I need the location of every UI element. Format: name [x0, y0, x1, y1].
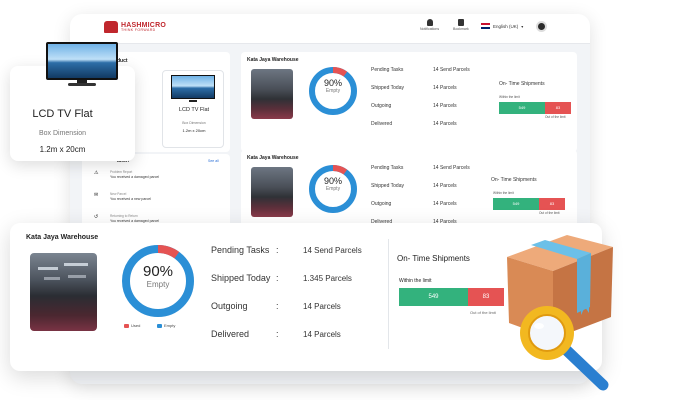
lcd-card-title: LCD TV Flat — [32, 108, 93, 120]
bell-icon — [426, 19, 433, 26]
mini-stat-label: Pending Tasks — [371, 67, 404, 73]
top-bar: HASHMICRO THINK FORWARD Notifications Bo… — [70, 14, 590, 44]
user-avatar[interactable] — [536, 21, 547, 32]
mini-stat-value: 14 Send Parcels — [433, 67, 470, 73]
bookmark-label: Bookmark — [453, 27, 469, 31]
stat-value-outgoing: 14 Parcels — [303, 302, 341, 311]
tv-image — [46, 42, 118, 86]
usage-empty-label: Empty — [146, 280, 170, 289]
product-tile-title: LCD TV Flat — [178, 107, 210, 113]
mini-out-label: Out of the limit — [539, 211, 560, 215]
mini-ontime-title: On- Time Shipments — [499, 81, 545, 87]
mini-warehouse-title: Kata Jaya Warehouse — [247, 57, 299, 63]
mini-out-bar: 83 — [545, 102, 571, 114]
mini-stat-label: Shipped Today — [371, 85, 404, 91]
mini-stat-value: 14 Parcels — [433, 201, 457, 207]
tv-base — [68, 83, 96, 86]
stat-colon: : — [276, 301, 279, 311]
mini-stat-label: Pending Tasks — [371, 165, 404, 171]
stat-label-outgoing: Outgoing — [211, 301, 248, 311]
warehouse-photo — [30, 253, 97, 331]
warehouse-title: Kata Jaya Warehouse — [26, 234, 99, 241]
stat-colon: : — [276, 329, 279, 339]
lcd-card-size: 1.2m x 20cm — [39, 145, 86, 154]
legend-used-swatch — [124, 323, 129, 328]
stat-colon: : — [276, 245, 279, 255]
mini-stat-label: Outgoing — [371, 201, 392, 207]
parcel-icon: ✉ — [94, 192, 99, 198]
product-tile[interactable]: LCD TV Flat Box Dimension 1.2m x 20cm — [162, 70, 224, 148]
legend-used-label: Used — [131, 323, 141, 328]
mini-stat-value: 14 Parcels — [433, 85, 457, 91]
divider — [388, 239, 389, 349]
mini-ontime-title: On- Time Shipments — [491, 177, 537, 183]
notifications-label: Notifications — [420, 27, 440, 31]
mini-warehouse-card[interactable]: Kata Jaya Warehouse 90% Empty Pending Ta… — [241, 52, 577, 152]
language-label: English (UK) — [493, 23, 519, 29]
activity-item-title: Returning to Return — [110, 214, 138, 218]
stat-value-delivered: 14 Parcels — [303, 330, 341, 339]
see-all-link[interactable]: See all — [208, 159, 219, 163]
brand-logo[interactable]: HASHMICRO THINK FORWARD — [104, 21, 166, 33]
stat-label-shipped: Shipped Today — [211, 273, 271, 283]
mini-stat-label: Delivered — [371, 121, 393, 127]
product-tile-subtitle: Box Dimension — [182, 121, 206, 125]
mini-within-bar: 549 — [493, 198, 539, 210]
notifications-button[interactable]: Notifications — [420, 19, 439, 31]
legend-empty-label: Empty — [164, 323, 176, 328]
stat-label-pending: Pending Tasks — [211, 245, 270, 255]
mini-empty-label: Empty — [325, 87, 341, 94]
mini-stat-label: Shipped Today — [371, 183, 404, 189]
mini-out-label: Out of the limit — [545, 115, 566, 119]
parcel-search-illustration — [507, 235, 613, 391]
return-icon: ↺ — [94, 214, 99, 220]
stat-label-delivered: Delivered — [211, 329, 250, 339]
mini-warehouse-title: Kata Jaya Warehouse — [247, 155, 299, 161]
activity-item-text: You received a damaged parcel — [110, 175, 160, 179]
activity-item-title: New Parcel — [110, 192, 127, 196]
stat-colon: : — [276, 273, 279, 283]
warehouse-photo — [251, 167, 293, 217]
ontime-title: On- Time Shipments — [397, 254, 470, 263]
within-limit-label: Within the limit — [399, 278, 432, 284]
language-selector[interactable]: English (UK) ▾ — [481, 23, 523, 29]
legend-empty-swatch — [157, 323, 162, 328]
alert-icon: ⚠ — [94, 170, 99, 176]
uk-flag-icon — [481, 23, 490, 29]
mini-out-bar: 83 — [539, 198, 565, 210]
mini-stat-value: 14 Parcels — [433, 183, 457, 189]
bookmark-button[interactable]: Bookmark — [453, 19, 469, 31]
tv-screen — [46, 42, 118, 80]
stat-value-pending: 14 Send Parcels — [303, 246, 362, 255]
mini-stat-value: 14 Parcels — [433, 121, 457, 127]
mini-stat-label: Outgoing — [371, 103, 392, 109]
product-tile-size: 1.2m x 20cm — [182, 128, 206, 133]
mini-within-label: Within the limit — [499, 95, 520, 99]
mini-empty-label: Empty — [325, 185, 341, 192]
brand-logo-icon — [104, 21, 118, 33]
brand-tagline: THINK FORWARD — [121, 27, 156, 32]
mini-within-bar: 549 — [499, 102, 545, 114]
bookmark-icon — [457, 19, 464, 26]
warehouse-photo — [251, 69, 293, 119]
tv-thumbnail-stand — [189, 100, 197, 102]
stat-value-shipped: 1.345 Parcels — [303, 274, 352, 283]
mini-stat-value: 14 Parcels — [433, 103, 457, 109]
tv-thumbnail — [171, 75, 215, 99]
legend-empty: Empty — [157, 323, 175, 328]
chevron-down-icon: ▾ — [521, 23, 524, 29]
activity-item-title: Problem Report — [110, 170, 133, 174]
lcd-card-subtitle: Box Dimension — [38, 130, 87, 137]
activity-item-text: You received a new parcel — [110, 197, 151, 201]
within-limit-bar: 549 — [399, 288, 468, 306]
mini-stat-value: 14 Send Parcels — [433, 165, 470, 171]
legend-used: Used — [124, 323, 140, 328]
out-limit-label: Out of the limit — [470, 310, 496, 315]
usage-percent: 90% — [142, 263, 174, 280]
mini-within-label: Within the limit — [493, 191, 514, 195]
